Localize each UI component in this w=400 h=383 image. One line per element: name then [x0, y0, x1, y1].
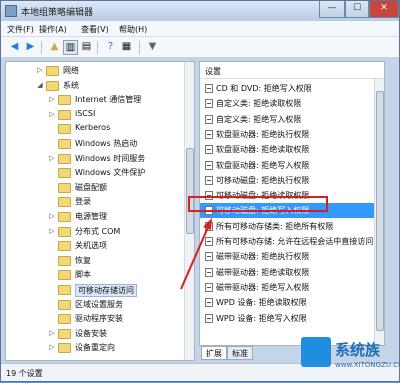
arrow-line	[180, 224, 210, 290]
site-watermark: 系统族 www.XITONGZU.COM	[301, 331, 400, 381]
watermark-brand: 系统族	[335, 341, 381, 359]
windows-logo-icon	[301, 337, 331, 367]
group-policy-editor-window: 本地组策略编辑器 — ☐ ✕ 文件(F) 操作(A) 查看(V) 帮助(H) ◀…	[0, 0, 400, 382]
watermark-url: www.XITONGZU.COM	[335, 361, 400, 369]
arrow-head	[203, 218, 212, 230]
red-arrow-annotation	[180, 218, 212, 290]
